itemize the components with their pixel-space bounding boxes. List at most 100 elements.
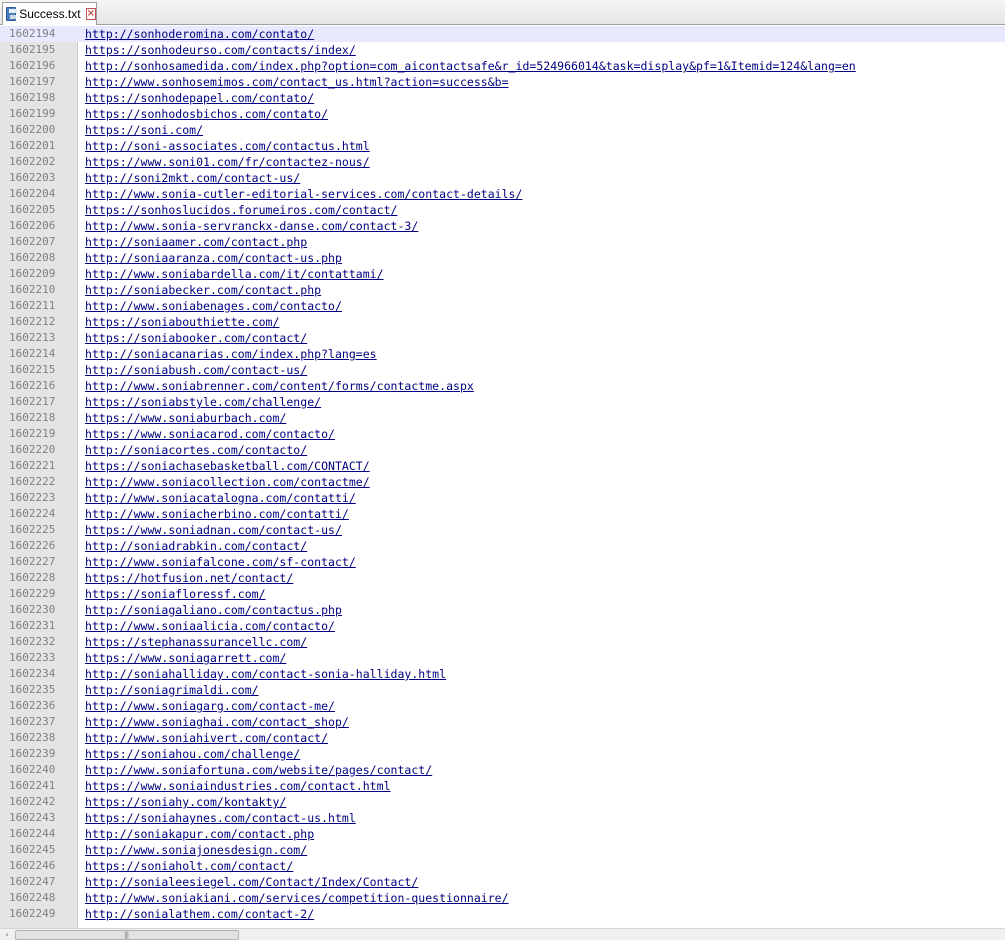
url-link[interactable]: http://www.soniabenages.com/contacto/ — [85, 298, 342, 314]
url-link[interactable]: https://sonhoslucidos.forumeiros.com/con… — [85, 202, 397, 218]
text-line[interactable]: 1602248 http://www.soniakiani.com/service… — [0, 890, 1005, 906]
text-line[interactable]: 1602196 http://sonhosamedida.com/index.ph… — [0, 58, 1005, 74]
text-line[interactable]: 1602239 https://soniahou.com/challenge/ — [0, 746, 1005, 762]
text-line[interactable]: 1602212 https://soniabouthiette.com/ — [0, 314, 1005, 330]
text-line[interactable]: 1602227 http://www.soniafalcone.com/sf-co… — [0, 554, 1005, 570]
text-line[interactable]: 1602224 http://www.soniacherbino.com/cont… — [0, 506, 1005, 522]
url-link[interactable]: https://sonhodosbichos.com/contato/ — [85, 106, 328, 122]
text-line[interactable]: 1602195 https://sonhodeurso.com/contacts/… — [0, 42, 1005, 58]
url-link[interactable]: https://soniahou.com/challenge/ — [85, 746, 300, 762]
url-link[interactable]: https://sonhodepapel.com/contato/ — [85, 90, 314, 106]
text-line[interactable]: 1602202 https://www.soni01.com/fr/contact… — [0, 154, 1005, 170]
tab-success-txt[interactable]: Success.txt × — [2, 2, 97, 25]
url-link[interactable]: http://soniaamer.com/contact.php — [85, 234, 307, 250]
text-line[interactable]: 1602244 http://soniakapur.com/contact.php — [0, 826, 1005, 842]
url-link[interactable]: https://soniahaynes.com/contact-us.html — [85, 810, 356, 826]
text-line[interactable]: 1602230 http://soniagaliano.com/contactus… — [0, 602, 1005, 618]
text-line[interactable]: 1602236 http://www.soniagarg.com/contact-… — [0, 698, 1005, 714]
text-line[interactable]: 1602226 http://soniadrabkin.com/contact/ — [0, 538, 1005, 554]
text-line[interactable]: 1602214 http://soniacanarias.com/index.ph… — [0, 346, 1005, 362]
text-line[interactable]: 1602219 https://www.soniacarod.com/contac… — [0, 426, 1005, 442]
text-line[interactable]: 1602233 https://www.soniagarrett.com/ — [0, 650, 1005, 666]
url-link[interactable]: https://www.soniacarod.com/contacto/ — [85, 426, 335, 442]
text-line[interactable]: 1602232 https://stephanassurancellc.com/ — [0, 634, 1005, 650]
url-link[interactable]: http://www.soniahivert.com/contact/ — [85, 730, 328, 746]
text-line[interactable]: 1602231 http://www.soniaalicia.com/contac… — [0, 618, 1005, 634]
url-link[interactable]: https://soniaholt.com/contact/ — [85, 858, 293, 874]
text-line[interactable]: 1602225 https://www.soniadnan.com/contact… — [0, 522, 1005, 538]
url-link[interactable]: http://www.soniacherbino.com/contatti/ — [85, 506, 349, 522]
url-link[interactable]: http://sonhoderomina.com/contato/ — [85, 26, 314, 42]
url-link[interactable]: https://soniachasebasketball.com/CONTACT… — [85, 458, 370, 474]
url-link[interactable]: http://www.soniakiani.com/services/compe… — [85, 890, 509, 906]
url-link[interactable]: https://soniahy.com/kontakty/ — [85, 794, 286, 810]
url-link[interactable]: https://soni.com/ — [85, 122, 203, 138]
text-line[interactable]: 1602240 http://www.soniafortuna.com/websi… — [0, 762, 1005, 778]
url-link[interactable]: http://soniacanarias.com/index.php?lang=… — [85, 346, 377, 362]
text-line[interactable]: 1602217 https://soniabstyle.com/challenge… — [0, 394, 1005, 410]
url-link[interactable]: http://www.soniaalicia.com/contacto/ — [85, 618, 335, 634]
url-link[interactable]: http://www.soniafortuna.com/website/page… — [85, 762, 432, 778]
url-link[interactable]: http://sonialeesiegel.com/Contact/Index/… — [85, 874, 418, 890]
url-link[interactable]: http://soni2mkt.com/contact-us/ — [85, 170, 300, 186]
url-link[interactable]: https://soniabooker.com/contact/ — [85, 330, 307, 346]
text-line[interactable]: 1602235 http://soniagrimaldi.com/ — [0, 682, 1005, 698]
text-line[interactable]: 1602206 http://www.sonia-servranckx-danse… — [0, 218, 1005, 234]
url-link[interactable]: http://soniaaranza.com/contact-us.php — [85, 250, 342, 266]
text-line[interactable]: 1602228 https://hotfusion.net/contact/ — [0, 570, 1005, 586]
text-line[interactable]: 1602201 http://soni-associates.com/contac… — [0, 138, 1005, 154]
url-link[interactable]: https://www.soni01.com/fr/contactez-nous… — [85, 154, 370, 170]
text-line[interactable]: 1602200 https://soni.com/ — [0, 122, 1005, 138]
url-link[interactable]: https://sonhodeurso.com/contacts/index/ — [85, 42, 356, 58]
text-line[interactable]: 1602194 http://sonhoderomina.com/contato/ — [0, 26, 1005, 42]
text-line[interactable]: 1602220 http://soniacortes.com/contacto/ — [0, 442, 1005, 458]
text-line[interactable]: 1602208 http://soniaaranza.com/contact-us… — [0, 250, 1005, 266]
url-link[interactable]: http://www.soniabardella.com/it/contatta… — [85, 266, 384, 282]
url-link[interactable]: https://soniabstyle.com/challenge/ — [85, 394, 321, 410]
text-line[interactable]: 1602229 https://soniafloressf.com/ — [0, 586, 1005, 602]
url-link[interactable]: http://www.soniacatalogna.com/contatti/ — [85, 490, 356, 506]
text-line[interactable]: 1602246 https://soniaholt.com/contact/ — [0, 858, 1005, 874]
url-link[interactable]: http://www.soniajonesdesign.com/ — [85, 842, 307, 858]
url-link[interactable]: http://soni-associates.com/contactus.htm… — [85, 138, 370, 154]
text-line[interactable]: 1602204 http://www.sonia-cutler-editorial… — [0, 186, 1005, 202]
text-line[interactable]: 1602215 http://soniabush.com/contact-us/ — [0, 362, 1005, 378]
text-line[interactable]: 1602211 http://www.soniabenages.com/conta… — [0, 298, 1005, 314]
url-link[interactable]: https://stephanassurancellc.com/ — [85, 634, 307, 650]
url-link[interactable]: http://www.soniabrenner.com/content/form… — [85, 378, 474, 394]
text-line[interactable]: 1602199 https://sonhodosbichos.com/contat… — [0, 106, 1005, 122]
text-line[interactable]: 1602234 http://soniahalliday.com/contact-… — [0, 666, 1005, 682]
scrollbar-thumb[interactable]: ||| — [15, 930, 239, 940]
text-line[interactable]: 1602243 https://soniahaynes.com/contact-u… — [0, 810, 1005, 826]
url-link[interactable]: http://soniagaliano.com/contactus.php — [85, 602, 342, 618]
url-link[interactable]: http://www.soniacollection.com/contactme… — [85, 474, 370, 490]
text-line[interactable]: 1602218 https://www.soniaburbach.com/ — [0, 410, 1005, 426]
url-link[interactable]: https://www.soniagarrett.com/ — [85, 650, 286, 666]
text-line[interactable]: 1602216 http://www.soniabrenner.com/conte… — [0, 378, 1005, 394]
text-line[interactable]: 1602249 http://sonialathem.com/contact-2/ — [0, 906, 1005, 922]
horizontal-scrollbar[interactable]: ‹ ||| — [0, 928, 1005, 940]
url-link[interactable]: http://soniabecker.com/contact.php — [85, 282, 321, 298]
url-link[interactable]: http://soniacortes.com/contacto/ — [85, 442, 307, 458]
text-line[interactable]: 1602210 http://soniabecker.com/contact.ph… — [0, 282, 1005, 298]
url-link[interactable]: https://soniafloressf.com/ — [85, 586, 266, 602]
text-line[interactable]: 1602203 http://soni2mkt.com/contact-us/ — [0, 170, 1005, 186]
text-line[interactable]: 1602207 http://soniaamer.com/contact.php — [0, 234, 1005, 250]
url-link[interactable]: http://soniagrimaldi.com/ — [85, 682, 259, 698]
text-line[interactable]: 1602222 http://www.soniacollection.com/co… — [0, 474, 1005, 490]
text-editor[interactable]: 1602194 http://sonhoderomina.com/contato/… — [0, 26, 1005, 928]
text-line[interactable]: 1602221 https://soniachasebasketball.com/… — [0, 458, 1005, 474]
text-line[interactable]: 1602237 http://www.soniaghai.com/contact_… — [0, 714, 1005, 730]
url-link[interactable]: http://soniabush.com/contact-us/ — [85, 362, 307, 378]
text-line[interactable]: 1602213 https://soniabooker.com/contact/ — [0, 330, 1005, 346]
url-link[interactable]: http://www.sonhosemimos.com/contact_us.h… — [85, 74, 509, 90]
url-link[interactable]: https://soniabouthiette.com/ — [85, 314, 279, 330]
text-line[interactable]: 1602241 https://www.soniaindustries.com/c… — [0, 778, 1005, 794]
close-icon[interactable]: × — [85, 8, 96, 20]
url-link[interactable]: https://www.soniadnan.com/contact-us/ — [85, 522, 342, 538]
text-line[interactable]: 1602205 https://sonhoslucidos.forumeiros.… — [0, 202, 1005, 218]
url-link[interactable]: https://www.soniaindustries.com/contact.… — [85, 778, 391, 794]
text-line[interactable]: 1602198 https://sonhodepapel.com/contato/ — [0, 90, 1005, 106]
url-link[interactable]: http://www.soniagarg.com/contact-me/ — [85, 698, 335, 714]
url-link[interactable]: http://soniakapur.com/contact.php — [85, 826, 314, 842]
